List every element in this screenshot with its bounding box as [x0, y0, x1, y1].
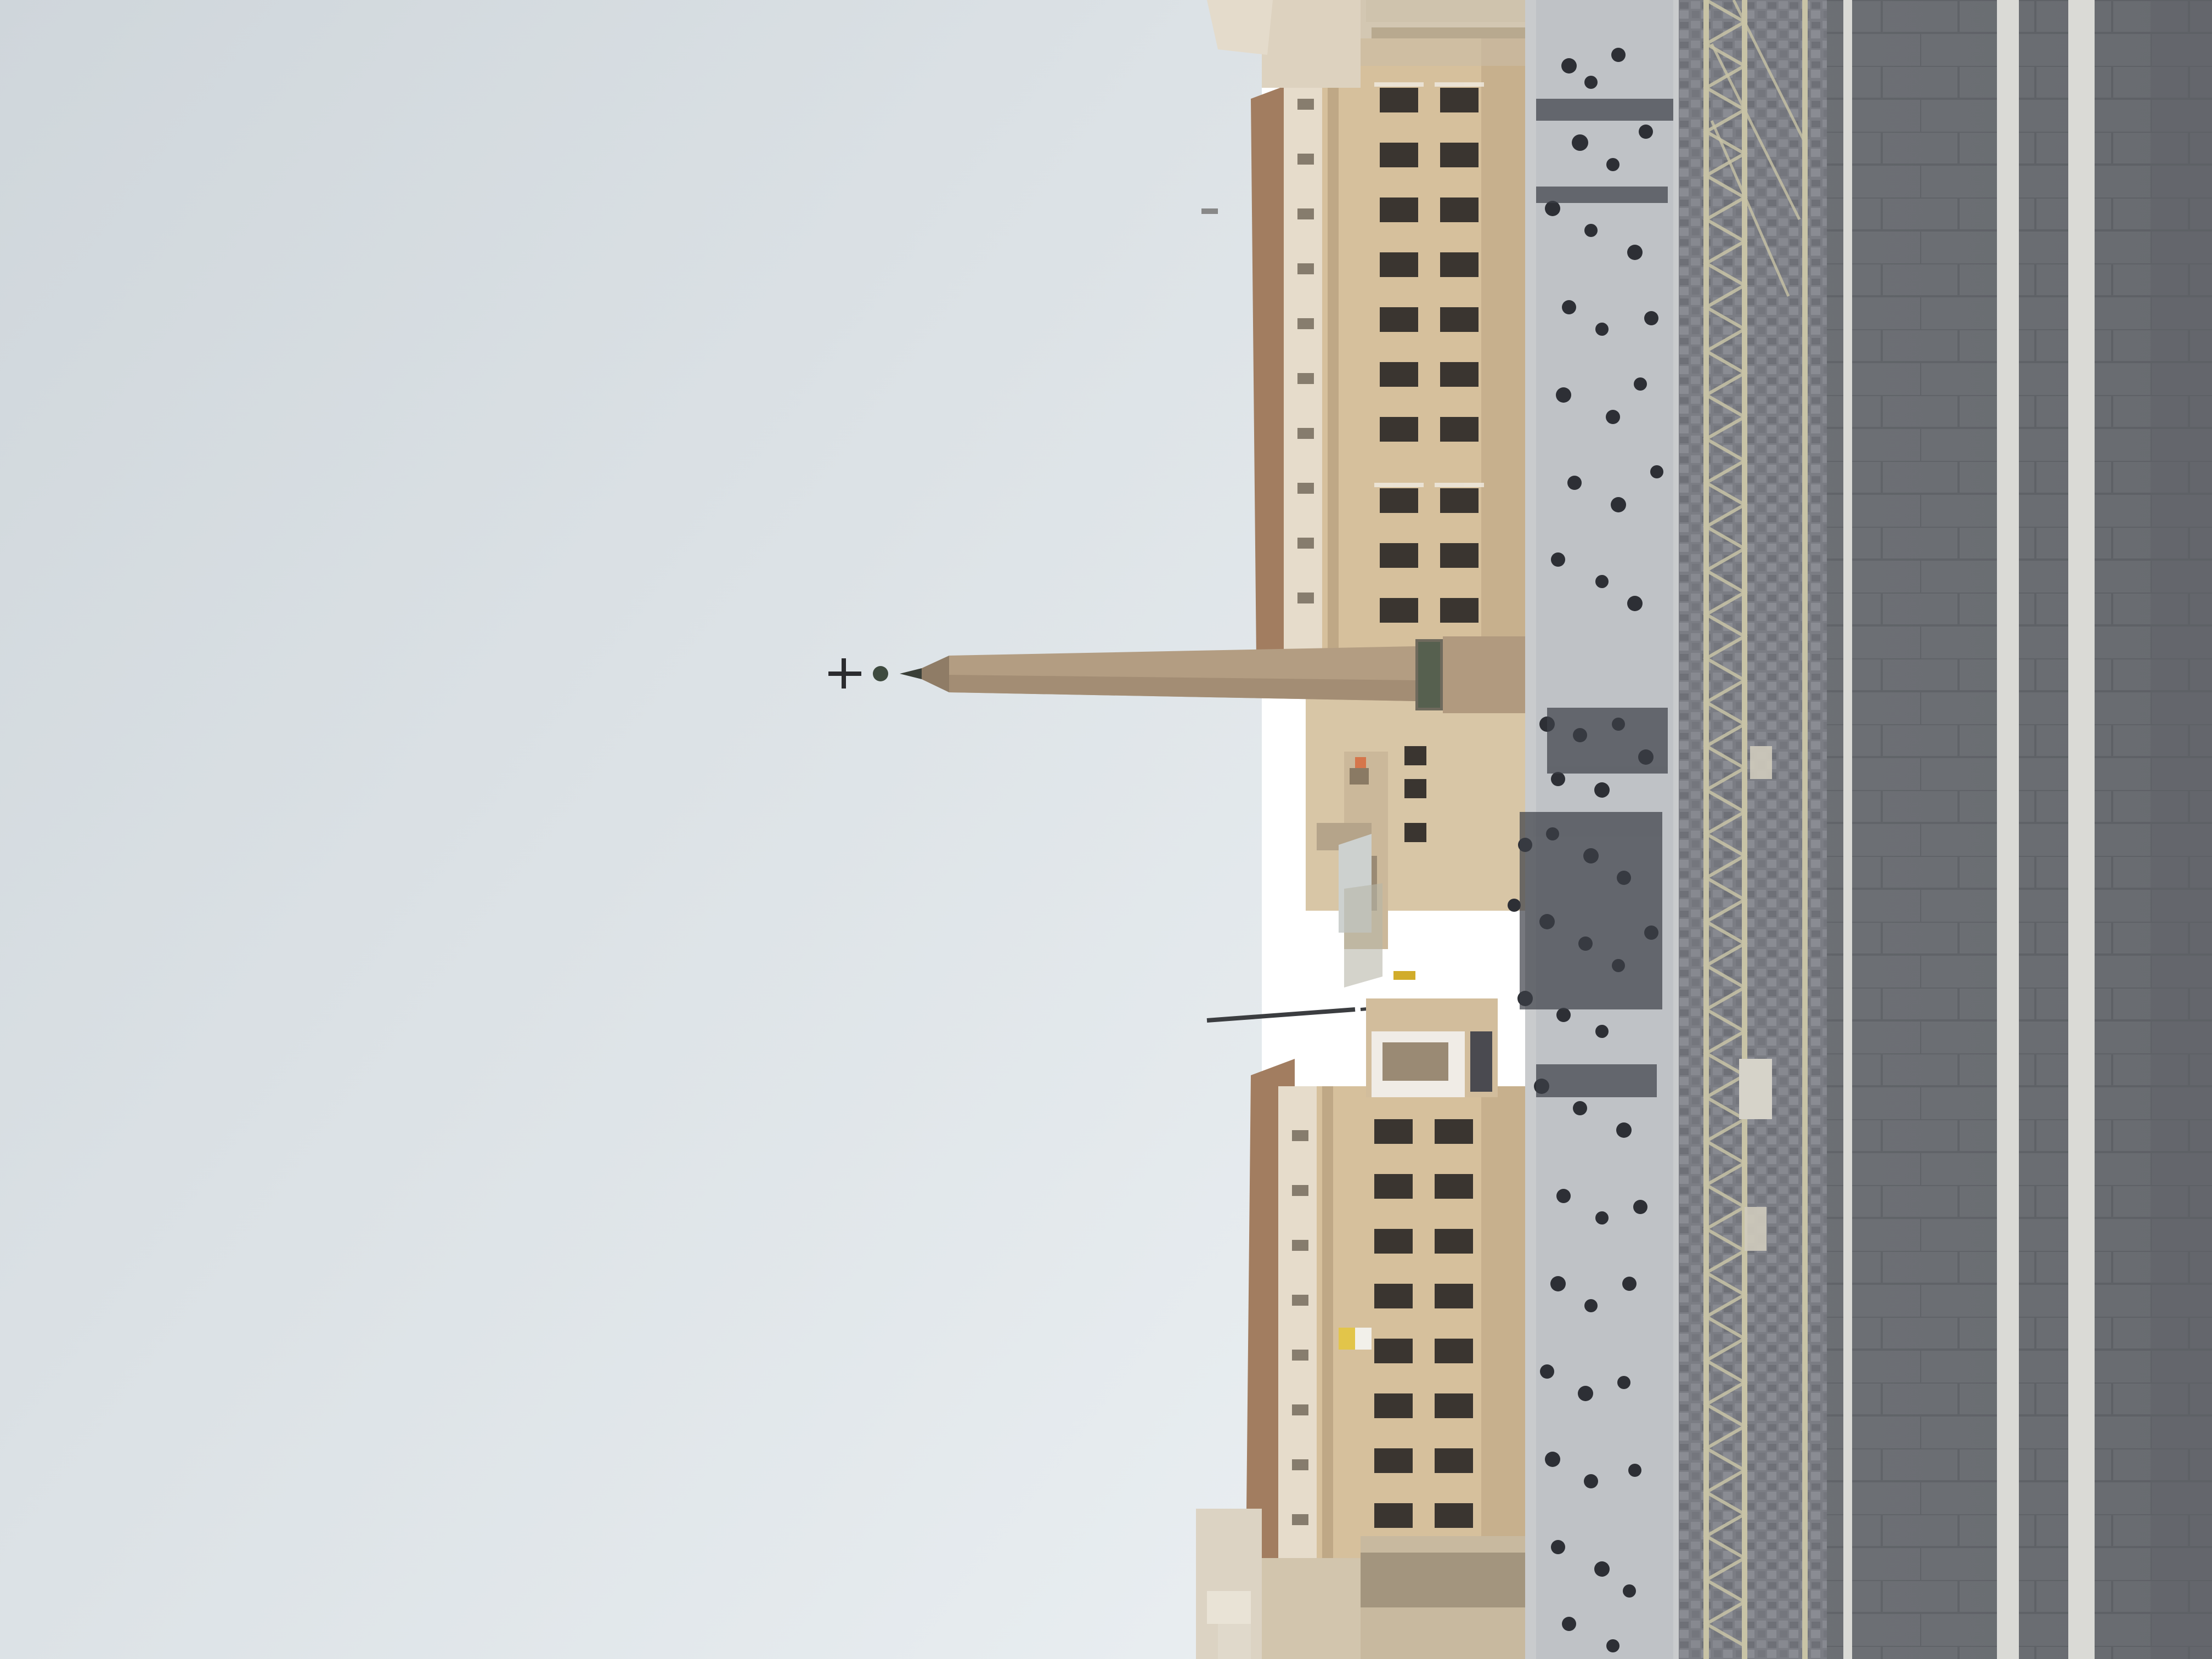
barrier-zone — [1679, 0, 1832, 1659]
sky — [0, 0, 1262, 1659]
pavement-stripe-2 — [1997, 0, 2019, 1659]
photo-canvas — [0, 0, 2212, 1659]
lower-palace-building — [1278, 998, 1542, 1613]
flag-lower — [1339, 1328, 1355, 1350]
pavement-stripe-1 — [1843, 0, 1852, 1659]
plaza — [1508, 0, 1684, 1659]
foreground-pavement — [1827, 0, 2212, 1659]
barrier-sign — [1739, 1059, 1772, 1119]
photo-scene — [0, 0, 2212, 1659]
pavement-stripe-3 — [2068, 0, 2095, 1659]
